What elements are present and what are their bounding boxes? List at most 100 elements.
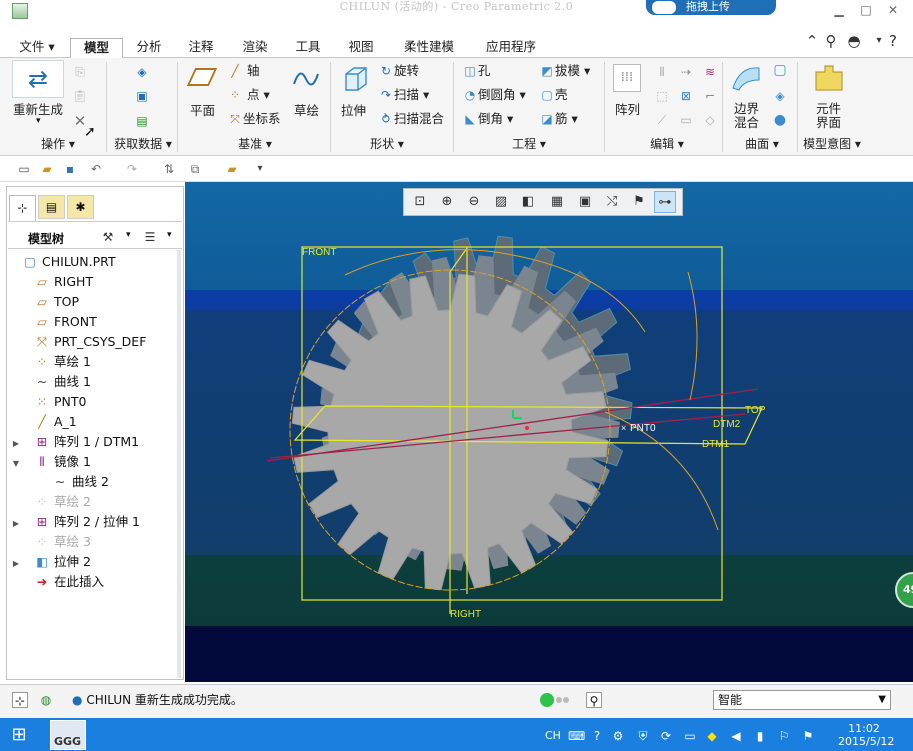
tree-expander-icon[interactable]: ▶ bbox=[10, 514, 22, 534]
display-style-icon[interactable]: ◧ bbox=[517, 191, 539, 213]
shell-button[interactable]: ▢ 壳 bbox=[539, 87, 567, 103]
close-window-icon[interactable]: ▰ bbox=[224, 161, 240, 177]
tab-annotate[interactable]: 注释 bbox=[177, 38, 225, 58]
regenerate-button[interactable]: ⇄ bbox=[12, 60, 64, 98]
clock[interactable]: 11:02 2015/5/12 bbox=[838, 722, 894, 748]
redo-icon[interactable]: ↷ bbox=[124, 161, 140, 177]
tree-columns-dropdown-icon[interactable]: ▾ bbox=[167, 230, 172, 240]
undo-icon[interactable]: ↶ bbox=[88, 161, 104, 177]
tree-item[interactable]: ∼ 曲线 2 bbox=[10, 472, 176, 492]
notification-icon[interactable]: ⚐ bbox=[776, 728, 792, 744]
round-button[interactable]: ◔ 倒圆角 ▾ bbox=[462, 87, 526, 103]
group-datum[interactable]: 基准 ▾ bbox=[220, 137, 290, 154]
group-engineering[interactable]: 工程 ▾ bbox=[494, 137, 564, 154]
regenerate-small-icon[interactable]: ⇅ bbox=[161, 161, 177, 177]
save-icon[interactable]: ▪ bbox=[62, 161, 78, 177]
boundary-blend-button[interactable] bbox=[730, 62, 762, 94]
plane-button[interactable] bbox=[186, 66, 218, 88]
mirror-icon[interactable]: ⫴ bbox=[654, 64, 670, 80]
solidify-icon[interactable]: ◇ bbox=[702, 112, 718, 128]
spin-center-icon[interactable]: ⚑ bbox=[628, 191, 650, 213]
paste-icon[interactable]: 📋︎ bbox=[72, 88, 88, 104]
view-manager-icon[interactable]: ▣ bbox=[574, 191, 596, 213]
tab-folder-browser[interactable]: ▤ bbox=[38, 195, 65, 219]
revolve-button[interactable]: ↻ 旋转 bbox=[378, 63, 419, 79]
zoom-in-icon[interactable]: ⊕ bbox=[436, 191, 458, 213]
merge-icon[interactable]: ⬚ bbox=[654, 88, 670, 104]
group-get-data[interactable]: 获取数据 ▾ bbox=[108, 137, 178, 154]
tab-model[interactable]: 模型 bbox=[70, 38, 123, 58]
community-icon[interactable]: ◓ bbox=[845, 32, 863, 50]
component-interface-button[interactable] bbox=[813, 62, 845, 94]
user-defined-feature-icon[interactable]: ◈ bbox=[134, 64, 150, 80]
tree-item[interactable]: ▼ ⫴ 镜像 1 bbox=[10, 452, 176, 472]
style-icon[interactable]: ● bbox=[772, 112, 788, 128]
tree-item[interactable]: ⁘ 草绘 1 bbox=[10, 352, 176, 372]
tree-expander-icon[interactable]: ▶ bbox=[10, 434, 22, 454]
minimize-button[interactable]: ▁ bbox=[832, 4, 846, 16]
tree-item[interactable]: ➜ 在此插入 bbox=[10, 572, 176, 592]
shrinkwrap-icon[interactable]: ▤ bbox=[134, 113, 150, 129]
collapse-ribbon-icon[interactable]: ⌃ bbox=[803, 32, 821, 50]
sync-icon[interactable]: ⟳ bbox=[658, 728, 674, 744]
start-button[interactable]: ⊞ bbox=[4, 722, 34, 748]
tree-settings-dropdown-icon[interactable]: ▾ bbox=[126, 230, 131, 240]
tree-item[interactable]: ╱ A_1 bbox=[10, 412, 176, 432]
tree-item[interactable]: ▢ CHILUN.PRT bbox=[10, 252, 176, 272]
tab-model-tree[interactable]: ⊹ bbox=[9, 195, 36, 221]
refit-icon[interactable]: ⊡ bbox=[409, 191, 431, 213]
tree-item[interactable]: ▶ ⊞ 阵列 1 / DTM1 bbox=[10, 432, 176, 452]
network-icon[interactable]: ▮ bbox=[752, 728, 768, 744]
open-icon[interactable]: ▰ bbox=[39, 161, 55, 177]
tab-applications[interactable]: 应用程序 bbox=[473, 38, 549, 58]
rib-button[interactable]: ◪ 筋 ▾ bbox=[539, 111, 577, 127]
tab-favorites[interactable]: ✱ bbox=[67, 195, 94, 219]
customize-qat-icon[interactable]: ▾ bbox=[252, 161, 268, 177]
chamfer-button[interactable]: ◣ 倒角 ▾ bbox=[462, 111, 513, 127]
file-menu[interactable]: 文件 ▾ bbox=[8, 38, 66, 58]
tree-item[interactable]: ⁘ 草绘 2 bbox=[10, 492, 176, 512]
sweep-button[interactable]: ↷ 扫描 ▾ bbox=[378, 87, 429, 103]
hole-button[interactable]: ◫ 孔 bbox=[462, 63, 490, 79]
search-icon[interactable]: ⚲ bbox=[822, 32, 840, 50]
repaint-icon[interactable]: ▨ bbox=[490, 191, 512, 213]
tree-expander-icon[interactable]: ▼ bbox=[10, 454, 22, 474]
keyboard-icon[interactable]: ⌨ bbox=[568, 728, 585, 744]
close-button[interactable]: ✕ bbox=[886, 4, 900, 16]
flag-icon[interactable]: ⚑ bbox=[800, 728, 816, 744]
tree-columns-icon[interactable]: ☰ bbox=[142, 229, 158, 245]
group-edit[interactable]: 编辑 ▾ bbox=[632, 137, 702, 154]
volume-icon[interactable]: ◀ bbox=[728, 728, 744, 744]
extrude-button[interactable] bbox=[340, 64, 370, 94]
extend-icon[interactable]: ⇢ bbox=[678, 64, 694, 80]
shield-icon[interactable]: ⛨ bbox=[635, 728, 651, 744]
tree-item[interactable]: ▶ ⊞ 阵列 2 / 拉伸 1 bbox=[10, 512, 176, 532]
find-icon[interactable]: ⚲ bbox=[586, 692, 602, 708]
sketch-button[interactable] bbox=[291, 64, 321, 94]
drag-upload-button[interactable]: 拖拽上传 bbox=[646, 0, 776, 15]
help-icon[interactable]: ? bbox=[884, 32, 902, 50]
help-tray-icon[interactable]: ? bbox=[589, 728, 605, 744]
tab-analysis[interactable]: 分析 bbox=[125, 38, 173, 58]
group-shapes[interactable]: 形状 ▾ bbox=[352, 137, 422, 154]
axis-button[interactable]: ╱ 轴 bbox=[227, 63, 259, 79]
tree-item[interactable]: ⤧ PRT_CSYS_DEF bbox=[10, 332, 176, 352]
draft-button[interactable]: ◩ 拔模 ▾ bbox=[539, 63, 590, 79]
project-icon[interactable]: ⟋ bbox=[654, 112, 670, 128]
selection-filter-dropdown[interactable]: 智能 ▼ bbox=[713, 690, 891, 710]
tree-item[interactable]: ▱ FRONT bbox=[10, 312, 176, 332]
graphics-window[interactable]: FRONT RIGHT TOP DTM2 DTM1 × PNT0 49 bbox=[185, 182, 913, 682]
annotation-display-icon[interactable]: ⊶ bbox=[654, 191, 676, 213]
show-navigator-icon[interactable]: ⊹ bbox=[12, 692, 28, 708]
group-surface[interactable]: 曲面 ▾ bbox=[730, 137, 794, 154]
tool-tray-icon[interactable]: ⚙ bbox=[610, 728, 626, 744]
windows-icon[interactable]: ⧉ bbox=[187, 161, 203, 177]
tab-tools[interactable]: 工具 bbox=[284, 38, 332, 58]
offset-icon[interactable]: ≋ bbox=[702, 64, 718, 80]
thicken-icon[interactable]: ▭ bbox=[678, 112, 694, 128]
tab-render[interactable]: 渲染 bbox=[231, 38, 279, 58]
tree-scrollbar[interactable] bbox=[177, 250, 181, 678]
freestyle-icon[interactable]: ◈ bbox=[772, 88, 788, 104]
tree-item[interactable]: ⁙ PNT0 bbox=[10, 392, 176, 412]
tree-settings-icon[interactable]: ⚒ bbox=[100, 229, 116, 245]
